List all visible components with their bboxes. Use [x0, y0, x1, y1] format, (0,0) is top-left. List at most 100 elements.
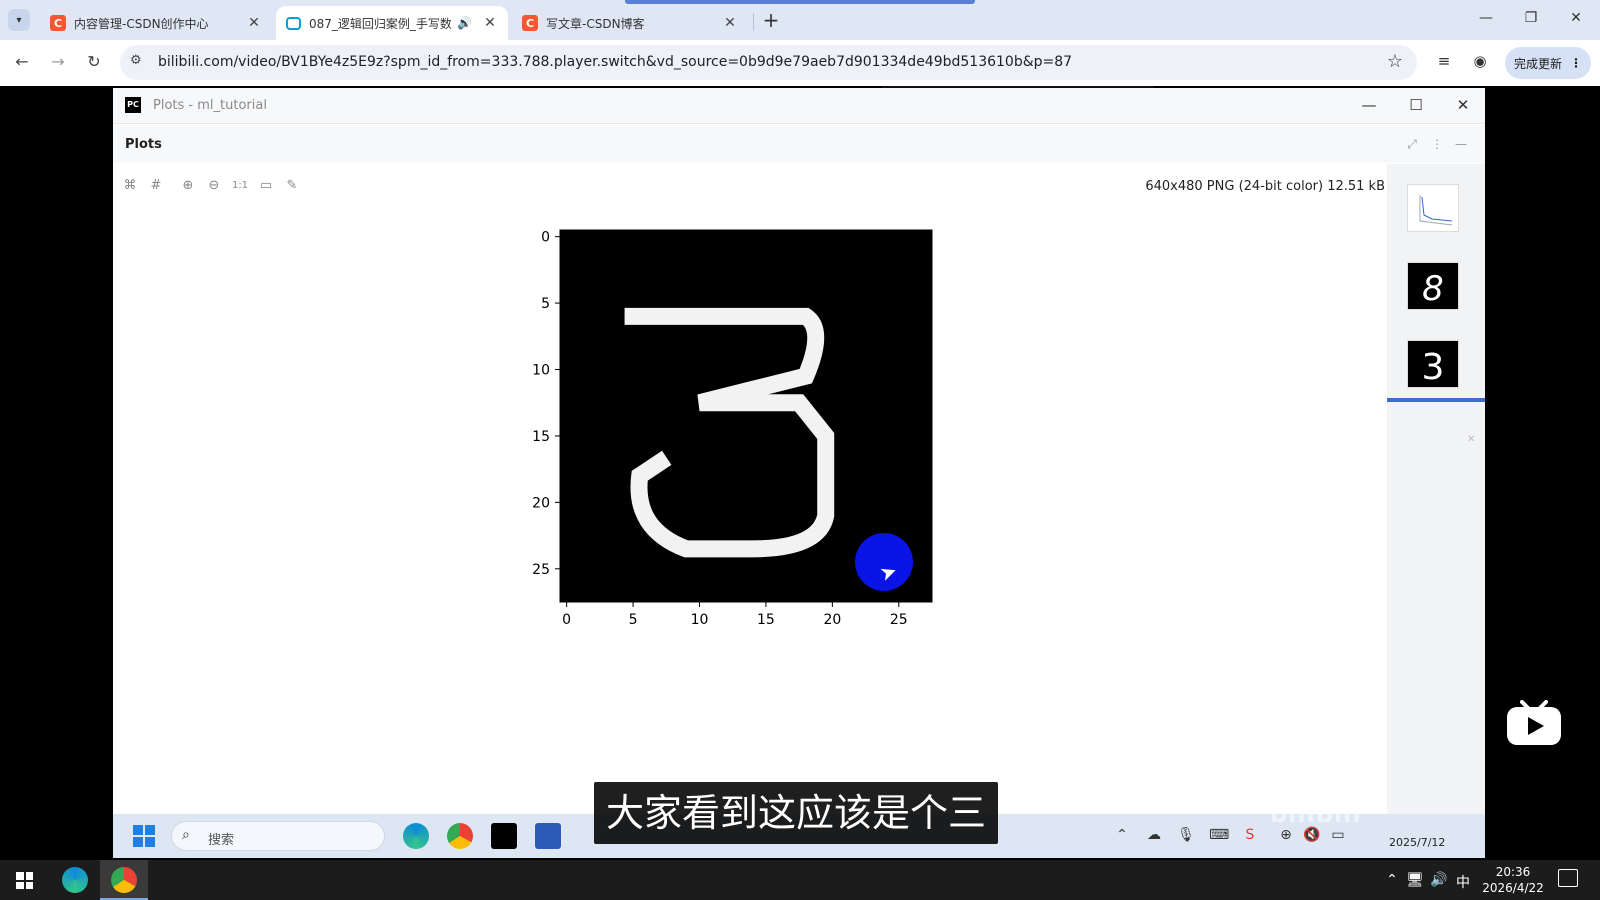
close-window-icon[interactable]: ✕	[1566, 10, 1586, 26]
network-icon[interactable]: 🖥	[1406, 872, 1424, 888]
thumbnail-digit-8[interactable]: 8	[1407, 262, 1459, 310]
search-icon: ⌕	[182, 827, 190, 843]
window-title: Plots - ml_tutorial	[153, 98, 267, 113]
address-bar[interactable]: ⚙ bilibili.com/video/BV1BYe4z5E9z?spm_id…	[120, 45, 1417, 80]
close-icon[interactable]: ✕	[1453, 96, 1473, 114]
volume-icon[interactable]: 🔊	[1430, 872, 1448, 888]
plot-thumbnails: 8 3 ✕	[1387, 164, 1485, 858]
microphone-icon: 🎙	[1177, 827, 1195, 843]
x-tick-label: 0	[562, 612, 571, 628]
pycharm-icon	[491, 823, 517, 849]
speaker-icon[interactable]: 🔊	[457, 16, 472, 30]
chrome-icon	[447, 823, 473, 849]
panel-title: Plots	[125, 137, 162, 152]
csdn-icon: C	[50, 15, 66, 31]
digit-eight-icon: 8	[1422, 269, 1444, 309]
tray-expand-icon: ⌃	[1116, 827, 1128, 843]
forward-icon[interactable]: →	[47, 52, 69, 71]
thumbnail-line-plot[interactable]	[1407, 184, 1459, 232]
y-tick-label: 5	[541, 296, 550, 312]
bilibili-icon	[286, 16, 301, 30]
x-tick-label: 25	[890, 612, 908, 628]
background-icon[interactable]: ▭	[257, 178, 275, 193]
cloud-icon: ☁	[1147, 827, 1161, 843]
video-subtitle: 大家看到这应该是个三	[594, 782, 999, 844]
grid-icon[interactable]: #	[147, 178, 165, 193]
windows-taskbar: ⌃ 🖥 🔊 中 20:36 2026/4/22	[0, 860, 1600, 900]
url-text[interactable]: bilibili.com/video/BV1BYe4z5E9z?spm_id_f…	[158, 54, 1072, 70]
update-label: 完成更新	[1513, 56, 1562, 71]
thumbnail-digit-3[interactable]: 3	[1407, 340, 1459, 388]
network-icon: ⊕	[1280, 827, 1292, 843]
word-icon	[535, 823, 561, 849]
ime-indicator[interactable]: 中	[1454, 872, 1472, 892]
fit-window-icon[interactable]: ⌘	[121, 178, 139, 193]
close-tab-icon[interactable]: ✕	[246, 15, 262, 31]
close-thumbnail-icon[interactable]: ✕	[1467, 434, 1475, 445]
mute-icon: 🔇	[1303, 827, 1321, 843]
profile-icon[interactable]: ◉	[1470, 52, 1490, 70]
new-tab-icon[interactable]: +	[760, 8, 782, 32]
y-tick-label: 25	[532, 562, 550, 578]
edge-icon[interactable]	[62, 867, 88, 893]
browser-toolbar: ← → ↻ ⚙ bilibili.com/video/BV1BYe4z5E9z?…	[0, 40, 1600, 86]
minimize-icon[interactable]: —	[1476, 10, 1496, 26]
x-tick-label: 10	[691, 612, 709, 628]
tab-title: 087_逻辑回归案例_手写数字	[309, 16, 452, 31]
chrome-icon[interactable]	[111, 867, 137, 893]
tab-search-button[interactable]: ▾	[8, 9, 30, 31]
recorded-search-box: ⌕ 搜索	[171, 821, 385, 851]
clock[interactable]: 20:36 2026/4/22	[1478, 864, 1548, 896]
y-tick-label: 10	[532, 363, 550, 379]
windows-start-icon	[133, 825, 155, 847]
back-icon[interactable]: ←	[11, 52, 33, 71]
close-tab-icon[interactable]: ✕	[482, 15, 498, 31]
recorded-date: 2025/7/12	[1389, 836, 1446, 849]
maximize-icon[interactable]: ☐	[1406, 96, 1426, 114]
y-tick-label: 20	[532, 495, 550, 511]
search-placeholder: 搜索	[208, 833, 235, 848]
update-button[interactable]: 完成更新 ⋮	[1505, 47, 1591, 79]
x-tick-label: 15	[757, 612, 775, 628]
tab-csdn-content[interactable]: C 内容管理-CSDN创作中心 ✕	[40, 6, 272, 40]
zoom-out-icon[interactable]: ⊖	[205, 178, 223, 193]
tray-expand-icon[interactable]: ⌃	[1383, 872, 1401, 888]
svg-text:3: 3	[1422, 347, 1445, 387]
edge-icon	[403, 823, 429, 849]
tab-bilibili-video[interactable]: 087_逻辑回归案例_手写数字 🔊 ✕	[276, 6, 508, 40]
bookmark-star-icon[interactable]: ☆	[1387, 51, 1403, 72]
zoom-in-icon[interactable]: ⊕	[179, 178, 197, 193]
csdn-icon: C	[522, 15, 538, 31]
media-controls-icon[interactable]: ≡	[1434, 52, 1454, 70]
digit-heatmap-plot: 0 5 10 15 20 25 0 5 10 15 20 25	[532, 229, 933, 628]
menu-icon: ⋮	[1570, 56, 1582, 70]
windows-start-icon[interactable]	[16, 872, 33, 889]
hide-panel-icon[interactable]: —	[1453, 137, 1469, 151]
site-settings-icon[interactable]: ⚙	[130, 53, 142, 68]
color-picker-icon[interactable]: ✎	[283, 178, 301, 193]
notification-icon[interactable]	[1558, 869, 1578, 887]
actual-size-button[interactable]: 1:1	[231, 180, 249, 191]
tab-title: 写文章-CSDN博客	[546, 16, 645, 31]
plots-header: Plots ⤢ ⋮ —	[113, 125, 1485, 163]
x-tick-label: 20	[823, 612, 841, 628]
battery-icon: ▭	[1331, 827, 1345, 843]
tab-csdn-write[interactable]: C 写文章-CSDN博客 ✕	[512, 6, 748, 40]
pycharm-logo-icon: PC	[125, 97, 141, 113]
line-plot-icon	[1419, 195, 1453, 226]
expand-icon[interactable]: ⤢	[1404, 137, 1420, 152]
more-options-icon[interactable]: ⋮	[1429, 137, 1445, 151]
tab-loading-indicator	[625, 0, 975, 4]
close-tab-icon[interactable]: ✕	[722, 15, 738, 31]
digit-three-icon: 3	[1422, 347, 1445, 388]
reload-icon[interactable]: ↻	[83, 52, 105, 71]
restore-icon[interactable]: ❐	[1521, 10, 1541, 26]
svg-text:8: 8	[1422, 269, 1444, 309]
browser-tab-bar: ▾ C 内容管理-CSDN创作中心 ✕ 087_逻辑回归案例_手写数字 🔊 ✕ …	[0, 0, 1600, 40]
bilibili-tv-icon	[1507, 700, 1561, 745]
x-tick-label: 5	[629, 612, 638, 628]
tab-title: 内容管理-CSDN创作中心	[74, 16, 209, 31]
input-method-icon: S	[1245, 827, 1255, 843]
minimize-icon[interactable]: —	[1359, 96, 1379, 114]
keyboard-icon: ⌨	[1209, 827, 1230, 843]
